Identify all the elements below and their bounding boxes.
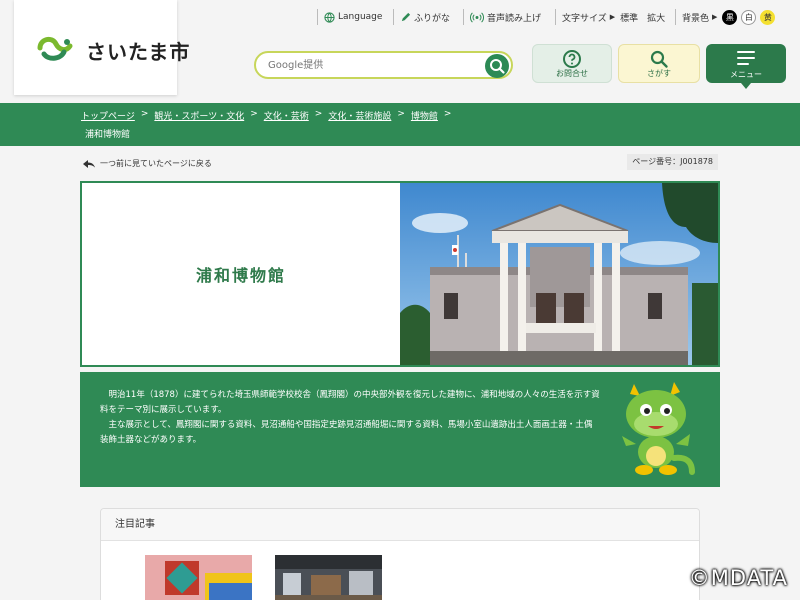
back-arrow-icon: [83, 159, 95, 168]
language-label: Language: [338, 12, 383, 22]
breadcrumb-separator: >: [140, 109, 149, 119]
breadcrumb-separator: >: [314, 109, 323, 119]
bg-color-control: 背景色 ▶ 黒 白 黄: [675, 9, 776, 25]
menu-label: メニュー: [730, 70, 762, 79]
main-content: 一つ前に見ていたページに戻る ページ番号：J001878 浦和博物館 明治11年…: [80, 146, 720, 600]
find-button[interactable]: さがす: [618, 44, 700, 83]
logo-text: さいたま市: [86, 40, 191, 64]
back-link[interactable]: 一つ前に見ていたページに戻る: [82, 158, 212, 169]
find-label: さがす: [647, 69, 671, 78]
font-size-label: 文字サイズ: [562, 13, 607, 24]
bg-black-button[interactable]: 黒: [722, 9, 738, 25]
hero-banner: 浦和博物館: [80, 181, 720, 367]
contact-button[interactable]: お問合せ: [532, 44, 612, 83]
divider: [317, 9, 318, 25]
site-logo[interactable]: さいたま市: [14, 0, 189, 95]
breadcrumb-trail: トップページ > 観光・スポーツ・文化 > 文化・芸術 > 文化・芸術施設 > 博物館 >: [81, 109, 457, 122]
font-large-button[interactable]: 拡大: [647, 11, 665, 24]
search-input[interactable]: [268, 57, 468, 73]
hamburger-icon: [737, 51, 755, 65]
featured-articles: 注目記事: [100, 508, 700, 600]
bg-white-button[interactable]: 白: [741, 9, 757, 25]
pencil-icon: [401, 12, 411, 21]
copyright-watermark: ©MDATA: [688, 566, 788, 590]
description-paragraph: 明治11年（1878）に建てられた埼玉県師範学校校舎（鳳翔閣）の中央部外観を復元…: [100, 390, 600, 415]
breadcrumb: トップページ > 観光・スポーツ・文化 > 文化・芸術 > 文化・芸術施設 > 博物館 >…: [0, 103, 800, 146]
language-link[interactable]: Language: [317, 9, 383, 25]
divider: [393, 9, 394, 25]
breadcrumb-separator: >: [443, 109, 452, 119]
city-emblem-icon: [37, 36, 73, 61]
breadcrumb-separator: >: [397, 109, 405, 119]
contact-label: お問合せ: [556, 69, 588, 78]
furigana-label: ふりがな: [414, 13, 451, 24]
font-standard-button[interactable]: 標準: [620, 11, 638, 24]
page-title: 浦和博物館: [195, 266, 286, 285]
divider: [675, 9, 676, 25]
breadcrumb-current: 浦和博物館: [85, 130, 131, 140]
divider: [463, 9, 464, 25]
font-size-control: 文字サイズ ▶ 標準 拡大: [555, 9, 665, 25]
triangle-right-icon: ▶: [712, 13, 718, 21]
magnifier-icon: [650, 50, 668, 68]
breadcrumb-museum[interactable]: 博物館: [411, 109, 438, 122]
breadcrumb-separator: >: [250, 109, 258, 119]
site-header: さいたま市 お問合せ さがす メニュー: [0, 0, 800, 103]
breadcrumb-facilities[interactable]: 文化・芸術施設: [328, 109, 391, 122]
read-aloud-label: 音声読み上げ: [487, 13, 542, 24]
page-number: ページ番号：J001878: [627, 154, 718, 170]
search-button[interactable]: [485, 54, 509, 78]
divider: [555, 9, 556, 25]
featured-thumbnail[interactable]: [145, 555, 252, 600]
globe-icon: [324, 11, 335, 23]
mascot-character-image: [622, 382, 695, 475]
search-box: [254, 51, 513, 79]
bg-yellow-button[interactable]: 黄: [760, 9, 776, 25]
menu-pointer: [741, 83, 751, 89]
featured-thumbnail[interactable]: [275, 555, 382, 600]
description-text: 明治11年（1878）に建てられた埼玉県師範学校校舎（鳳翔閣）の中央部外観を復元…: [100, 388, 600, 448]
triangle-right-icon: ▶: [609, 13, 616, 21]
breadcrumb-tourism[interactable]: 観光・スポーツ・文化: [154, 109, 244, 122]
furigana-link[interactable]: ふりがな: [393, 9, 451, 25]
breadcrumb-culture[interactable]: 文化・芸術: [264, 109, 309, 122]
description-paragraph: 主な展示として、鳳翔閣に関する資料、見沼通船や国指定史跡見沼通船堀に関する資料、…: [100, 420, 593, 445]
museum-photo: [400, 183, 718, 365]
menu-button[interactable]: メニュー: [706, 44, 786, 89]
back-link-label: 一つ前に見ていたページに戻る: [100, 159, 212, 168]
description-panel: 明治11年（1878）に建てられた埼玉県師範学校校舎（鳳翔閣）の中央部外観を復元…: [80, 372, 720, 487]
search-icon: [490, 59, 505, 74]
broadcast-icon: [470, 12, 484, 22]
bg-color-label: 背景色: [682, 13, 710, 24]
read-aloud-link[interactable]: 音声読み上げ: [463, 9, 542, 25]
breadcrumb-top[interactable]: トップページ: [81, 109, 135, 122]
featured-heading: 注目記事: [101, 509, 699, 541]
question-icon: [563, 50, 581, 68]
